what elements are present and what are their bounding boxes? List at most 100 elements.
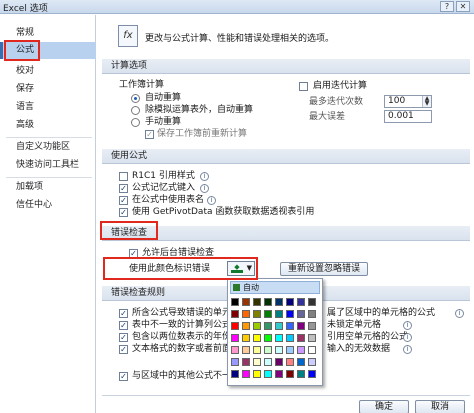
color-swatch[interactable] (264, 322, 272, 330)
color-swatch[interactable] (297, 334, 305, 342)
color-swatch[interactable] (286, 358, 294, 366)
color-swatch[interactable] (264, 358, 272, 366)
formula-autocomplete-checkbox[interactable]: ✓ (119, 184, 128, 193)
color-swatch[interactable] (286, 334, 294, 342)
color-swatch[interactable] (242, 334, 250, 342)
color-swatch[interactable] (242, 298, 250, 306)
color-swatch[interactable] (253, 334, 261, 342)
color-swatch[interactable] (242, 358, 250, 366)
color-swatch[interactable] (275, 358, 283, 366)
page-description: 更改与公式计算、性能和错误处理相关的选项。 (145, 34, 335, 44)
color-swatch[interactable] (264, 298, 272, 306)
error-color-dropdown[interactable]: ◆ ▼ (227, 261, 255, 276)
spinner-arrows-icon[interactable]: ▲ ▼ (422, 96, 431, 107)
color-swatch[interactable] (286, 370, 294, 378)
section-calculation: 计算选项 (102, 59, 470, 74)
color-swatch[interactable] (286, 310, 294, 318)
color-swatch[interactable] (297, 322, 305, 330)
color-swatch[interactable] (253, 358, 261, 366)
rule-checkbox[interactable]: ✓ (119, 321, 128, 330)
max-change-input[interactable]: 0.001 (384, 110, 432, 123)
color-swatch[interactable] (253, 322, 261, 330)
color-swatch[interactable] (297, 346, 305, 354)
background-error-checking-checkbox[interactable]: ✓ (129, 249, 138, 258)
radio-manual-label: 手动重算 (145, 117, 182, 127)
r1c1-checkbox[interactable] (119, 172, 128, 181)
close-button[interactable]: ✕ (456, 1, 470, 12)
sidebar-item-proofing[interactable]: 校对 (0, 63, 96, 80)
color-swatch[interactable] (297, 370, 305, 378)
sidebar-item-advanced[interactable]: 高级 (0, 117, 96, 134)
color-swatch[interactable] (286, 322, 294, 330)
radio-auto-except-label: 除模拟运算表外，自动重算 (145, 105, 254, 115)
color-swatch[interactable] (231, 334, 239, 342)
help-button[interactable]: ? (440, 1, 454, 12)
color-swatch[interactable] (286, 298, 294, 306)
getpivotdata-checkbox[interactable]: ✓ (119, 208, 128, 217)
color-swatch[interactable] (253, 298, 261, 306)
color-swatch[interactable] (242, 370, 250, 378)
recalc-before-save-checkbox[interactable]: ✓ (145, 130, 154, 139)
color-swatch[interactable] (286, 346, 294, 354)
sidebar-item-addins[interactable]: 加载项 (0, 179, 96, 196)
info-icon: i (200, 184, 209, 193)
color-swatch[interactable] (231, 310, 239, 318)
color-swatch[interactable] (275, 346, 283, 354)
table-names-checkbox[interactable]: ✓ (119, 196, 128, 205)
section-error-checking: 错误检查 (102, 226, 470, 241)
color-swatch[interactable] (297, 298, 305, 306)
sidebar-item-language[interactable]: 语言 (0, 99, 96, 116)
color-swatch[interactable] (264, 310, 272, 318)
color-swatch[interactable] (231, 298, 239, 306)
sidebar-item-customize-ribbon[interactable]: 自定义功能区 (0, 139, 96, 156)
color-swatch[interactable] (308, 346, 316, 354)
color-swatch[interactable] (253, 310, 261, 318)
footer-divider (102, 395, 470, 396)
rule-checkbox[interactable]: ✓ (119, 333, 128, 342)
iterative-calc-checkbox[interactable] (299, 82, 308, 91)
color-swatch[interactable] (253, 346, 261, 354)
color-swatch[interactable] (242, 310, 250, 318)
info-icon: i (403, 321, 412, 330)
reset-ignored-errors-button[interactable]: 重新设置忽略错误 (280, 262, 368, 276)
sidebar-item-quick-access[interactable]: 快速访问工具栏 (0, 157, 96, 174)
color-swatch[interactable] (308, 358, 316, 366)
color-swatch[interactable] (242, 346, 250, 354)
sidebar-item-trust-center[interactable]: 信任中心 (0, 197, 96, 214)
color-swatch[interactable] (297, 310, 305, 318)
palette-automatic[interactable]: 自动 (230, 281, 320, 294)
color-swatch[interactable] (308, 298, 316, 306)
color-swatch[interactable] (275, 322, 283, 330)
color-swatch[interactable] (275, 310, 283, 318)
color-swatch[interactable] (231, 322, 239, 330)
color-swatch[interactable] (275, 298, 283, 306)
color-swatch[interactable] (275, 370, 283, 378)
ok-button[interactable]: 确定 (359, 400, 409, 413)
color-swatch[interactable] (231, 346, 239, 354)
sidebar-item-formulas[interactable]: 公式 (0, 42, 96, 59)
color-swatch[interactable] (308, 310, 316, 318)
color-swatch[interactable] (264, 334, 272, 342)
max-iterations-input[interactable]: 100 ▲ ▼ (384, 95, 432, 108)
color-swatch[interactable] (253, 370, 261, 378)
color-swatch[interactable] (275, 334, 283, 342)
color-swatch[interactable] (308, 322, 316, 330)
cancel-button[interactable]: 取消 (415, 400, 465, 413)
color-swatch[interactable] (308, 370, 316, 378)
color-swatch[interactable] (242, 322, 250, 330)
color-swatch[interactable] (297, 358, 305, 366)
sidebar-item-general[interactable]: 常规 (0, 25, 96, 42)
sidebar-item-save[interactable]: 保存 (0, 81, 96, 98)
color-swatch[interactable] (264, 346, 272, 354)
radio-auto-calc[interactable] (131, 94, 140, 103)
color-palette: 自动 (227, 278, 323, 386)
radio-manual-calc[interactable] (131, 118, 140, 127)
color-swatch[interactable] (308, 334, 316, 342)
color-swatch[interactable] (231, 358, 239, 366)
rule-checkbox[interactable]: ✓ (119, 345, 128, 354)
color-swatch[interactable] (231, 370, 239, 378)
color-swatch[interactable] (264, 370, 272, 378)
rule-checkbox[interactable]: ✓ (119, 372, 128, 381)
rule-checkbox[interactable]: ✓ (119, 309, 128, 318)
radio-auto-except-tables[interactable] (131, 106, 140, 115)
